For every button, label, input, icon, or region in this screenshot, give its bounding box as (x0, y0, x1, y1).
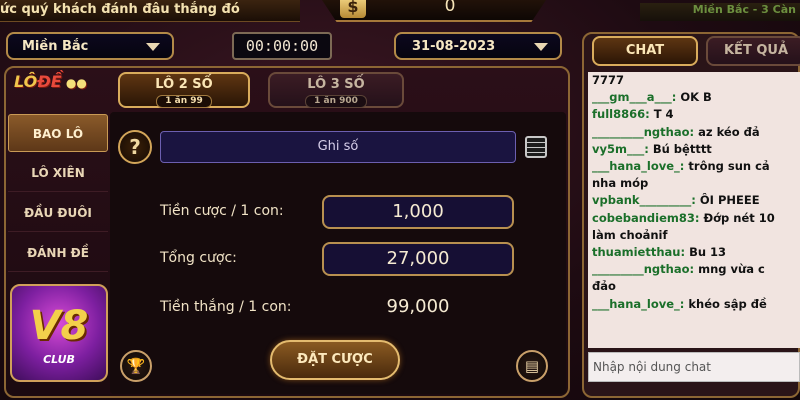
brand-sub: CLUB (43, 353, 75, 366)
chat-message-list[interactable]: 7777 ___gm___a___: OK B full8866: T 4 __… (588, 72, 800, 348)
bet-per-label: Tiền cược / 1 con: (160, 203, 284, 219)
region-banner: Miền Bắc - 3 Càn (640, 3, 800, 21)
chat-text: az kéo đả (694, 124, 760, 139)
sidebar-item-dau-duoi[interactable]: ĐẦU ĐUÔI (8, 194, 108, 232)
chat-input[interactable]: Nhập nội dung chat (588, 352, 800, 382)
list-item: _________ngthao: mng vừa c (588, 261, 800, 278)
chat-user: thuamietthau: (592, 245, 686, 260)
list-item: ___gm___a___: OK B (588, 89, 800, 106)
brand-name: V8 (29, 303, 89, 349)
lode-logo: LÔĐỀ ●● (14, 72, 87, 91)
balance-value: 0 (444, 0, 456, 16)
notepad-icon[interactable] (525, 136, 547, 158)
chat-text: đảo (592, 279, 616, 294)
chat-user: cobebandiem83: (592, 210, 700, 225)
chat-text: Bu 13 (685, 245, 727, 260)
chat-text: nha móp (592, 176, 649, 191)
win-value: 99,000 (386, 296, 450, 317)
chat-text: mng vừa c (694, 262, 765, 277)
place-bet-button[interactable]: ĐẶT CƯỢC (270, 340, 400, 380)
chat-user: ___hana_love_: (592, 159, 685, 174)
chat-user: ___hana_love_: (592, 296, 685, 311)
bet-per-input[interactable]: 1,000 (322, 195, 514, 229)
chat-user: ___gm___a___: (592, 90, 677, 105)
list-item: full8866: T 4 (588, 106, 800, 123)
chat-text: T 4 (649, 107, 674, 122)
list-item: ___hana_love_: trông sun cả (588, 158, 800, 175)
region-select[interactable]: Miền Bắc (6, 32, 174, 60)
list-item: cobebandiem83: Đớp nét 10 (588, 210, 800, 227)
region-select-label: Miền Bắc (22, 39, 89, 54)
chevron-down-icon (146, 43, 160, 51)
chat-text: OK B (676, 90, 712, 105)
chat-user: full8866: (592, 107, 650, 122)
list-item: 7777 (588, 72, 800, 89)
list-item: vpbank_________: ÔI PHEEE (588, 192, 800, 209)
list-item: làm choảnif (588, 227, 800, 244)
chat-user: _________ngthao: (592, 124, 695, 139)
sidebar-item-danh-de[interactable]: ĐÁNH ĐỀ (8, 234, 108, 272)
sidebar-item-bao-lo[interactable]: BAO LÔ (8, 114, 108, 152)
chat-text: khéo sập đề (684, 296, 767, 311)
total-label: Tổng cược: (160, 250, 237, 266)
tab-label: LÔ 2 SỐ (155, 77, 213, 92)
countdown-timer: 00:00:00 (232, 32, 332, 60)
history-icon[interactable]: ▤ (516, 350, 548, 382)
tab-results[interactable]: KẾT QUẢ (706, 36, 800, 66)
list-item: _________ngthao: az kéo đả (588, 124, 800, 141)
tab-lo-3-so[interactable]: LÔ 3 SỐ 1 ăn 900 (268, 72, 404, 108)
chat-user: vy5m___: (592, 141, 649, 156)
trophy-icon[interactable]: 🏆 (120, 350, 152, 382)
list-item: nha móp (588, 175, 800, 192)
chat-text: Đớp nét 10 (699, 210, 775, 225)
list-item: thuamietthau: Bu 13 (588, 244, 800, 261)
date-select-label: 31-08-2023 (412, 39, 496, 54)
list-item: ___hana_love_: khéo sập đề (588, 296, 800, 313)
question-icon[interactable]: ? (118, 130, 152, 164)
tab-rate: 1 ăn 900 (305, 95, 367, 108)
v8-club-logo: V8 CLUB (10, 284, 108, 382)
tab-rate: 1 ăn 99 (156, 95, 212, 108)
logo-de: ĐỀ (37, 72, 62, 91)
numbers-input[interactable]: Ghi số (160, 131, 516, 163)
list-item: đảo (588, 278, 800, 295)
sidebar-item-lo-xien[interactable]: LÔ XIÊN (8, 154, 108, 192)
marquee-banner: ức quý khách đánh đâu thắng đó (0, 0, 300, 22)
chat-text: 7777 (592, 73, 625, 87)
list-item: vy5m___: Bú bệtttt (588, 141, 800, 158)
chat-text: ÔI PHEEE (695, 193, 760, 208)
tab-label: LÔ 3 SỐ (307, 77, 365, 92)
total-value: 27,000 (322, 242, 514, 276)
dollar-icon: $ (340, 0, 366, 18)
win-label: Tiền thắng / 1 con: (160, 299, 292, 315)
chat-text: Bú bệtttt (648, 141, 712, 156)
chevron-down-icon (534, 43, 548, 51)
date-select[interactable]: 31-08-2023 (394, 32, 562, 60)
tab-chat[interactable]: CHAT (592, 36, 698, 66)
chat-user: _________ngthao: (592, 262, 695, 277)
chat-text: làm choảnif (592, 227, 668, 242)
tab-lo-2-so[interactable]: LÔ 2 SỐ 1 ăn 99 (118, 72, 250, 108)
logo-lo: LÔ (14, 72, 38, 91)
chat-text: trông sun cả (684, 159, 770, 174)
chat-user: vpbank_________: (592, 193, 696, 208)
